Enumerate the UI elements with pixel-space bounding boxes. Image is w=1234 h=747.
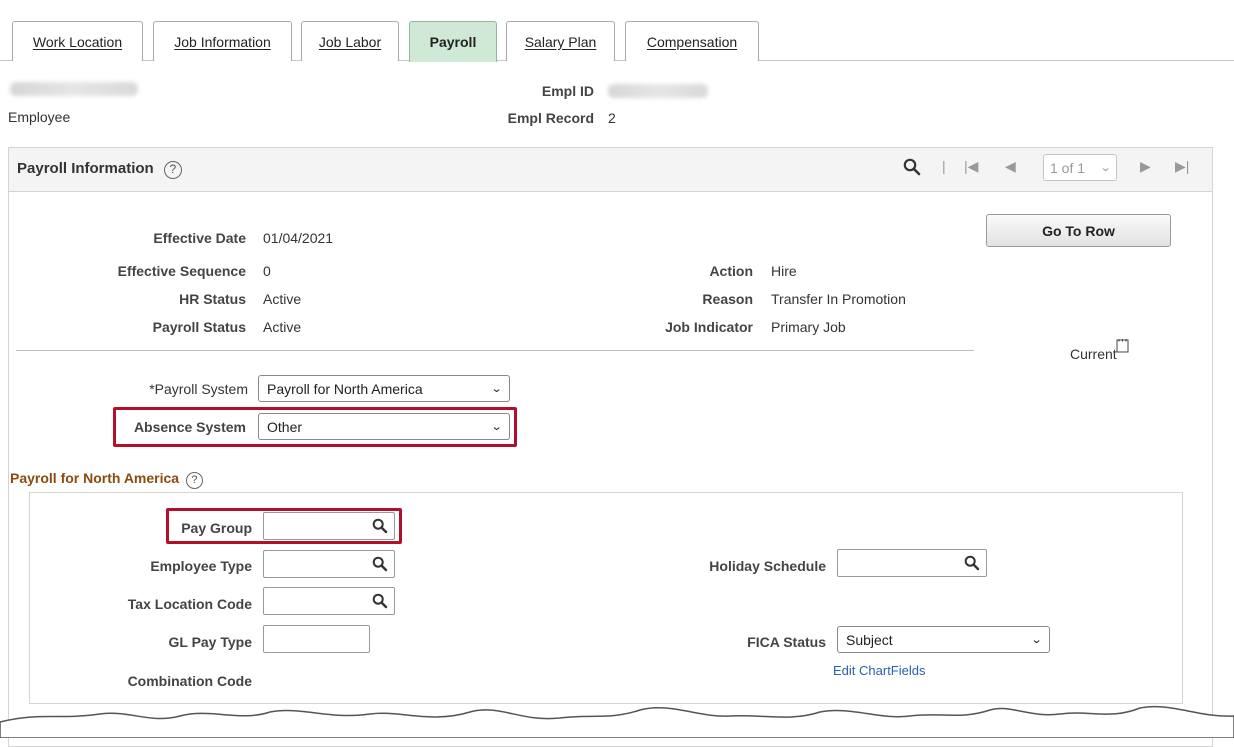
holiday-schedule-label: Holiday Schedule xyxy=(709,558,826,574)
fica-status-select[interactable]: Subject ⌄ xyxy=(837,626,1050,653)
chevron-down-icon: ⌄ xyxy=(490,421,503,433)
search-icon[interactable] xyxy=(964,555,980,571)
payroll-system-label: *Payroll System xyxy=(149,381,248,397)
notepad-icon xyxy=(1116,338,1129,353)
effective-sequence-value: 0 xyxy=(263,263,271,279)
panel-title-text: Payroll Information xyxy=(17,160,154,177)
hr-status-value: Active xyxy=(263,291,302,307)
effective-sequence-label: Effective Sequence xyxy=(117,263,246,279)
panel-header xyxy=(8,147,1213,192)
action-label: Action xyxy=(709,263,753,279)
tab-work-location[interactable]: Work Location xyxy=(12,21,143,61)
tax-location-label: Tax Location Code xyxy=(127,596,252,612)
edit-chartfields-link[interactable]: Edit ChartFields xyxy=(833,663,925,678)
chevron-down-icon: ⌄ xyxy=(490,383,503,395)
tab-salary-plan[interactable]: Salary Plan xyxy=(506,21,615,61)
search-icon[interactable] xyxy=(903,158,921,176)
previous-row-icon[interactable]: ◀ xyxy=(1005,158,1016,175)
empl-record-label: Empl Record xyxy=(507,110,594,126)
absence-system-select[interactable]: Other ⌄ xyxy=(258,413,510,440)
empl-id-label: Empl ID xyxy=(541,83,594,99)
effective-date-value: 01/04/2021 xyxy=(263,230,334,246)
empl-id-redacted xyxy=(608,84,708,98)
pna-section-title: Payroll for North America ? xyxy=(10,470,203,489)
tab-job-information[interactable]: Job Information xyxy=(153,21,292,61)
pay-group-label: Pay Group xyxy=(181,520,252,536)
employee-label: Employee xyxy=(8,109,71,125)
payroll-status-value: Active xyxy=(263,319,302,335)
job-indicator-label: Job Indicator xyxy=(665,319,753,335)
help-icon[interactable]: ? xyxy=(163,161,182,179)
next-row-icon[interactable]: ▶ xyxy=(1140,158,1151,175)
job-indicator-value: Primary Job xyxy=(771,319,846,335)
effective-date-label: Effective Date xyxy=(153,230,246,246)
reason-label: Reason xyxy=(702,291,753,307)
section-divider xyxy=(16,350,974,351)
search-icon[interactable] xyxy=(372,556,388,572)
pna-title-text: Payroll for North America xyxy=(10,470,180,486)
employee-type-label: Employee Type xyxy=(150,558,252,574)
fica-status-value: Subject xyxy=(846,631,893,648)
tab-job-labor[interactable]: Job Labor xyxy=(301,21,399,61)
action-value: Hire xyxy=(771,263,797,279)
payroll-status-label: Payroll Status xyxy=(152,319,246,335)
reason-value: Transfer In Promotion xyxy=(771,291,906,307)
tab-compensation[interactable]: Compensation xyxy=(625,21,759,61)
employee-type-input[interactable] xyxy=(263,550,395,578)
absence-system-value: Other xyxy=(267,418,303,435)
tax-location-input[interactable] xyxy=(263,587,395,615)
divider: | xyxy=(942,158,946,174)
row-pager-value: 1 of 1 xyxy=(1050,159,1086,176)
tab-bar: Work Location Job Information Job Labor … xyxy=(0,0,1234,62)
gl-pay-type-label: GL Pay Type xyxy=(168,634,252,650)
payroll-system-select[interactable]: Payroll for North America ⌄ xyxy=(258,375,510,402)
gl-pay-type-input[interactable] xyxy=(263,625,370,653)
tab-payroll[interactable]: Payroll xyxy=(409,21,497,62)
row-pager-select[interactable]: 1 of 1 ⌄ xyxy=(1043,154,1117,181)
holiday-schedule-input[interactable] xyxy=(837,549,987,577)
help-icon[interactable]: ? xyxy=(185,472,203,489)
search-icon[interactable] xyxy=(372,593,388,609)
panel-title: Payroll Information ? xyxy=(17,160,182,179)
empl-record-value: 2 xyxy=(608,110,616,126)
last-row-icon[interactable]: ▶| xyxy=(1175,158,1189,175)
pay-group-input[interactable] xyxy=(263,512,395,540)
chevron-down-icon: ⌄ xyxy=(1099,162,1112,174)
hr-status-label: HR Status xyxy=(179,291,246,307)
search-icon[interactable] xyxy=(372,518,388,534)
combination-code-label: Combination Code xyxy=(127,673,252,689)
current-label: Current xyxy=(1070,346,1117,362)
go-to-row-button[interactable]: Go To Row xyxy=(986,214,1171,247)
chevron-down-icon: ⌄ xyxy=(1030,634,1043,646)
torn-edge xyxy=(0,705,1234,738)
first-row-icon[interactable]: |◀ xyxy=(964,158,978,175)
absence-system-label: Absence System xyxy=(133,419,246,435)
payroll-system-value: Payroll for North America xyxy=(267,380,423,397)
fica-status-label: FICA Status xyxy=(747,634,826,650)
employee-name-redacted xyxy=(10,82,138,96)
